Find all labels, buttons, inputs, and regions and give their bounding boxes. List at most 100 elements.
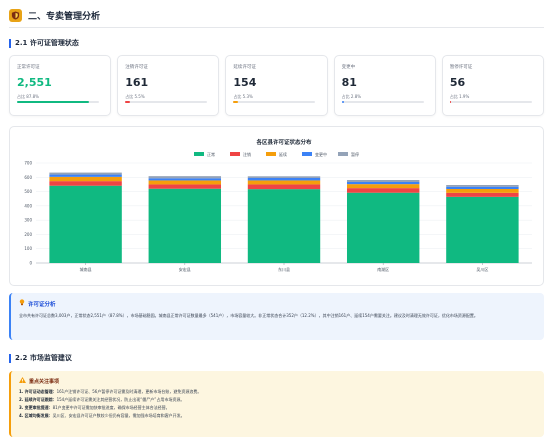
- supervision-section-title: 2.2 市场监管建议: [9, 353, 72, 363]
- bar-segment: [247, 176, 321, 178]
- x-tick-label: 南湖区: [377, 266, 389, 272]
- warning-item-text: 154户延续许可证需关注其经营状况，防止出现“僵尸户”占用市场资源。: [56, 397, 185, 402]
- section-accent-bar: [9, 38, 11, 48]
- y-tick-label: 500: [24, 189, 32, 194]
- warning-item-number: 4.: [19, 413, 24, 418]
- header-divider: [9, 27, 544, 28]
- stat-card-progress-track: [341, 101, 424, 103]
- legend-swatch: [266, 152, 276, 156]
- stat-card: 暂停许可证 56 占比 1.9%: [441, 55, 545, 116]
- warning-item-label: 变更审批提速：: [24, 405, 53, 410]
- bar-segment: [247, 180, 321, 185]
- legend-label: 正常: [207, 151, 215, 157]
- warning-item-label: 区域均衡发展：: [24, 413, 53, 418]
- stat-card-percent: 占比 87.8%: [17, 94, 39, 99]
- bar-segment: [49, 176, 122, 182]
- stat-card-progress-track: [233, 101, 316, 103]
- stat-card-percent: 占比 2.8%: [341, 94, 362, 99]
- stat-card: 正常许可证 2,551 占比 87.8%: [9, 55, 112, 116]
- x-tick-label: 城南县: [80, 266, 92, 272]
- legend-swatch: [230, 152, 240, 156]
- warning-item-number: 2.: [19, 397, 24, 402]
- stat-card-value: 161: [125, 76, 149, 89]
- license-section-title: 2.1 许可证管理状态: [9, 38, 79, 48]
- section-accent-bar: [9, 353, 11, 363]
- warning-list: 1. 许可证动态管理：161户注销许可证、56户暂停许可证需及时清理，更新市场台…: [19, 388, 536, 420]
- y-tick-label: 400: [24, 203, 32, 208]
- stat-card: 注销许可证 161 占比 5.5%: [117, 55, 220, 116]
- bar-segment: [49, 181, 122, 186]
- bar-segment: [247, 178, 321, 181]
- section-header: 二、专卖管理分析: [9, 7, 100, 23]
- stat-card-progress-track: [449, 101, 532, 103]
- analysis-text: 全市共有许可证总数3,003户，正常状态2,551户（87.8%），市场基础稳固…: [19, 313, 478, 318]
- bar-segment: [247, 189, 321, 263]
- y-tick-label: 600: [24, 175, 32, 180]
- stat-card-label: 正常许可证: [17, 65, 40, 70]
- shield-icon: [9, 8, 22, 22]
- stat-card-value: 154: [233, 76, 257, 89]
- warning-item-label: 延续许可证跟踪：: [24, 397, 57, 402]
- stat-cards: 正常许可证 2,551 占比 87.8% 注销许可证 161 占比 5.5% 延续许可证 15…: [9, 55, 545, 116]
- stat-card-value: 56: [449, 76, 466, 89]
- warning-title: 重点关注事项: [19, 377, 536, 385]
- stat-card-percent: 占比 5.5%: [125, 94, 145, 99]
- warning-item: 3. 变更审批提速：81户变更中许可证需加快审批进度，确保市场经营主体合法经营。: [19, 404, 536, 412]
- bar-segment: [49, 172, 122, 175]
- analysis-title: 许可证分析: [19, 299, 536, 308]
- stat-card-percent: 占比 5.3%: [233, 94, 253, 99]
- stat-card-progress-fill: [17, 101, 89, 103]
- warning-item: 1. 许可证动态管理：161户注销许可证、56户暂停许可证需及时清理，更新市场台…: [19, 388, 536, 396]
- stat-card-progress-fill: [125, 101, 130, 103]
- chart-title: 各区县许可证状态分布: [255, 138, 312, 146]
- district-status-chart: 各区县许可证状态分布 正常 注销 延续 变更中 暂停 0 100 200 300 400 500 600…: [9, 126, 544, 286]
- legend-swatch: [194, 152, 204, 156]
- legend-label: 变更中: [315, 151, 327, 157]
- bar-segment: [247, 184, 321, 190]
- bar-segment: [446, 189, 519, 193]
- x-tick-label: 吴川区: [476, 267, 488, 272]
- warning-item: 4. 区域均衡发展：吴川区、安宏县许可证户数较少但仍有容量，需加强市场培育和客户…: [19, 412, 536, 420]
- lightbulb-icon: [19, 299, 25, 308]
- bar-segment: [446, 185, 519, 187]
- stat-card-percent: 占比 1.9%: [449, 94, 470, 99]
- bar-segment: [346, 192, 420, 263]
- stat-card-label: 变更中: [341, 65, 356, 70]
- key-issues-box: 重点关注事项 1. 许可证动态管理：161户注销许可证、56户暂停许可证需及时清…: [9, 371, 544, 437]
- warning-item-text: 81户变更中许可证需加快审批进度，确保市场经营主体合法经营。: [52, 405, 170, 410]
- stat-card-label: 暂停许可证: [449, 65, 473, 70]
- warning-title-text: 重点关注事项: [29, 378, 60, 385]
- bar-segment: [346, 188, 420, 193]
- report-page: 二、专卖管理分析 2.1 许可证管理状态 正常许可证 2,551 占比 87.8% 注…: [0, 0, 553, 446]
- bar-segment: [346, 180, 420, 182]
- x-tick-label: 东川县: [278, 266, 290, 272]
- bar-segment: [446, 196, 519, 263]
- bar-segment: [49, 174, 122, 177]
- y-tick-label: 200: [24, 232, 32, 237]
- bar-segment: [446, 192, 519, 197]
- y-tick-label: 300: [24, 218, 32, 223]
- warning-item: 2. 延续许可证跟踪：154户延续许可证需关注其经营状况，防止出现“僵尸户”占用…: [19, 396, 536, 404]
- warning-item-text: 吴川区、安宏县许可证户数较少但仍有容量，需加强市场培育和客户开发。: [52, 413, 185, 418]
- bar-segment: [148, 178, 222, 181]
- y-tick-label: 0: [29, 261, 32, 266]
- warning-item-label: 许可证动态管理：: [24, 389, 57, 394]
- stat-card-progress-fill: [449, 101, 452, 103]
- stat-card-progress-track: [125, 101, 208, 103]
- y-tick-label: 100: [24, 246, 32, 251]
- legend-swatch: [302, 152, 312, 156]
- stacked-bar-chart-svg: 各区县许可证状态分布正常 注销 延续 变更中 暂停 0 100 200 300 400 500 600…: [24, 138, 532, 272]
- stat-card: 变更中 81 占比 2.8%: [333, 55, 436, 116]
- bar-segment: [346, 184, 420, 189]
- legend-label: 注销: [243, 151, 251, 157]
- stat-card-progress-fill: [233, 101, 238, 103]
- license-section-label: 2.1 许可证管理状态: [15, 39, 79, 47]
- license-analysis-box: 许可证分析 全市共有许可证总数3,003户，正常状态2,551户（87.8%），…: [9, 293, 544, 340]
- stat-card-value: 81: [341, 76, 357, 89]
- x-tick-label: 安宏县: [179, 266, 191, 272]
- warning-icon: [19, 377, 26, 385]
- y-tick-label: 700: [24, 161, 32, 166]
- bar-segment: [346, 182, 420, 185]
- bar-segment: [148, 180, 222, 185]
- supervision-section-label: 2.2 市场监管建议: [15, 354, 72, 362]
